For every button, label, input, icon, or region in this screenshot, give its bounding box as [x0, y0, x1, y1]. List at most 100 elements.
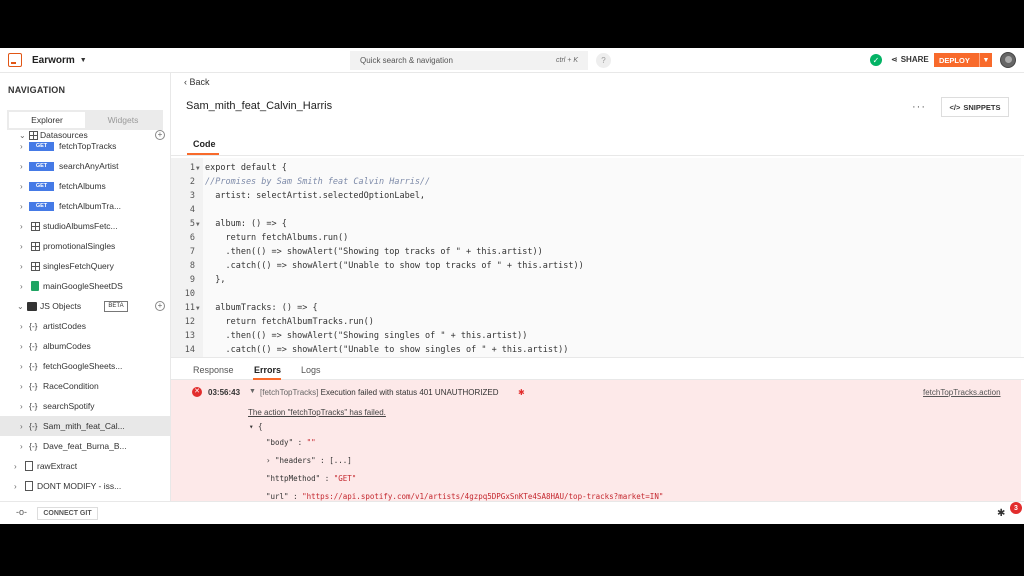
sidebar-item-js-object[interactable]: › {-} fetchGoogleSheets...	[0, 356, 170, 376]
js-object-title[interactable]: Sam_mith_feat_Calvin_Harris	[186, 100, 332, 112]
sidebar-item-query[interactable]: › GET fetchTopTracks	[0, 136, 170, 156]
sidebar-item-label: fetchTopTracks	[59, 141, 117, 151]
appsmith-logo-icon[interactable]	[8, 53, 22, 67]
user-avatar[interactable]	[1000, 52, 1016, 68]
share-button[interactable]: ⋖ SHARE	[891, 55, 929, 64]
deploy-button[interactable]: DEPLOY ▼	[934, 53, 992, 67]
chevron-right-icon[interactable]: ›	[20, 242, 23, 251]
code-line[interactable]: 13 .then(() => showAlert("Showing single…	[171, 329, 1021, 343]
code-line[interactable]: 7 .then(() => showAlert("Showing top tra…	[171, 245, 1021, 259]
chevron-right-icon[interactable]: ›	[20, 362, 23, 371]
chevron-right-icon[interactable]: ›	[14, 462, 17, 471]
code-line[interactable]: 12 return fetchAlbumTracks.run()	[171, 315, 1021, 329]
sidebar-item-query[interactable]: › GET fetchAlbums	[0, 176, 170, 196]
chevron-right-icon[interactable]: ›	[20, 322, 23, 331]
chevron-right-icon[interactable]: ›	[20, 222, 23, 231]
code-line[interactable]: 3 artist: selectArtist.selectedOptionLab…	[171, 189, 1021, 203]
sidebar-item-js-object-selected[interactable]: › {-} Sam_mith_feat_Cal...	[0, 416, 170, 436]
code-line[interactable]: 5 ▼ album: () => {	[171, 217, 1021, 231]
chevron-right-icon[interactable]: ›	[20, 422, 23, 431]
code-line[interactable]: 8 .catch(() => showAlert("Unable to show…	[171, 259, 1021, 273]
response-panel-tabs: Response Errors Logs	[171, 357, 1024, 380]
chevron-right-icon[interactable]: ›	[14, 482, 17, 491]
sidebar-item-label: Sam_mith_feat_Cal...	[43, 421, 125, 431]
tab-code[interactable]: Code	[193, 139, 216, 149]
chevron-right-icon[interactable]: ›	[20, 282, 23, 291]
code-text: artist: selectArtist.selectedOptionLabel…	[205, 191, 426, 201]
sidebar-item-query[interactable]: › studioAlbumsFetc...	[0, 216, 170, 236]
sidebar-item-js-object[interactable]: › {-} artistCodes	[0, 316, 170, 336]
chevron-right-icon[interactable]: ›	[20, 162, 23, 171]
quick-search-bar[interactable]: Quick search & navigation ctrl + K	[350, 51, 588, 70]
chevron-right-icon[interactable]: ›	[20, 182, 23, 191]
collapse-chevron-down-icon[interactable]: ▼	[249, 388, 256, 395]
add-js-object-icon[interactable]: +	[155, 301, 165, 311]
chevron-right-icon[interactable]: ›	[20, 262, 23, 271]
code-text: albumTracks: () => {	[205, 303, 318, 313]
more-options-icon[interactable]: ···	[912, 101, 926, 113]
sidebar-item-js-object[interactable]: › {-} RaceCondition	[0, 376, 170, 396]
chevron-right-icon[interactable]: ›	[20, 202, 23, 211]
code-line[interactable]: 2 //Promises by Sam Smith feat Calvin Har…	[171, 175, 1021, 189]
code-line[interactable]: 9 },	[171, 273, 1021, 287]
sidebar-item-label: RaceCondition	[43, 381, 99, 391]
sidebar-item-query[interactable]: › mainGoogleSheetDS	[0, 276, 170, 296]
app-name[interactable]: Earworm	[32, 55, 75, 66]
code-line[interactable]: 11 ▼ albumTracks: () => {	[171, 301, 1021, 315]
code-text: export default {	[205, 163, 287, 173]
sidebar-item-page[interactable]: › rawExtract	[0, 456, 170, 476]
chevron-right-icon[interactable]: ›	[20, 442, 23, 451]
chevron-right-icon[interactable]: ›	[20, 342, 23, 351]
chevron-right-icon[interactable]: ›	[20, 382, 23, 391]
debug-bug-icon[interactable]: ✱	[518, 388, 525, 397]
sidebar-item-query[interactable]: › singlesFetchQuery	[0, 256, 170, 276]
help-button[interactable]: ?	[596, 53, 611, 68]
chevron-right-icon[interactable]: ›	[20, 142, 23, 151]
sidebar-item-js-objects[interactable]: ⌄ JS Objects BETA +	[0, 296, 170, 316]
fold-chevron-down-icon[interactable]: ▼	[196, 305, 200, 312]
fold-chevron-down-icon[interactable]: ▼	[196, 221, 200, 228]
get-method-badge: GET	[29, 161, 54, 171]
sidebar-item-js-object[interactable]: › {-} albumCodes	[0, 336, 170, 356]
tab-response[interactable]: Response	[193, 365, 234, 375]
chevron-down-icon[interactable]: ⌄	[17, 302, 24, 311]
debugger-bug-icon[interactable]: ✱	[997, 508, 1005, 519]
action-failed-text[interactable]: The action "fetchTopTracks" has failed.	[248, 408, 386, 417]
js-function-icon: {-}	[29, 441, 38, 451]
code-line[interactable]: 4	[171, 203, 1021, 217]
sidebar-item-query[interactable]: › GET fetchAlbumTra...	[0, 196, 170, 216]
code-line[interactable]: 6 return fetchAlbums.run()	[171, 231, 1021, 245]
deploy-options-chevron-down-icon[interactable]: ▼	[979, 53, 992, 67]
code-editor[interactable]: 1 ▼ export default {2//Promises by Sam Smi…	[171, 158, 1021, 357]
expand-chevron-right-icon[interactable]: ›	[266, 456, 275, 465]
json-row-url: "url" : "https://api.spotify.com/v1/arti…	[266, 492, 663, 501]
sidebar-item-js-object[interactable]: › {-} Dave_feat_Burna_B...	[0, 436, 170, 456]
get-method-badge: GET	[29, 201, 54, 211]
get-method-badge: GET	[29, 141, 54, 151]
json-tree: ▾ {	[249, 422, 263, 431]
sidebar-item-page[interactable]: › DONT MODIFY - iss...	[0, 476, 170, 496]
code-line[interactable]: 1 ▼ export default {	[171, 161, 1021, 175]
back-button[interactable]: ‹ Back	[184, 77, 210, 87]
sidebar-item-query[interactable]: › GET searchAnyArtist	[0, 156, 170, 176]
snippets-button[interactable]: </> SNIPPETS	[941, 97, 1009, 117]
code-brackets-icon: </>	[949, 102, 961, 112]
chevron-right-icon[interactable]: ›	[20, 402, 23, 411]
code-line[interactable]: 10	[171, 287, 1021, 301]
app-menu-chevron-down-icon[interactable]: ▼	[80, 57, 87, 64]
table-icon	[31, 241, 40, 251]
sidebar-item-query[interactable]: › promotionalSingles	[0, 236, 170, 256]
connect-git-button[interactable]: CONNECT GIT	[37, 507, 98, 520]
expand-chevron-down-icon[interactable]: ▾	[249, 422, 258, 431]
sidebar-item-label: fetchAlbumTra...	[59, 201, 122, 211]
error-source-link[interactable]: fetchTopTracks.action	[923, 388, 1001, 397]
beta-badge: BETA	[104, 300, 128, 312]
code-text: },	[205, 275, 226, 285]
json-value[interactable]: [...]	[329, 456, 352, 465]
fold-chevron-down-icon[interactable]: ▼	[196, 165, 200, 172]
deploy-label: DEPLOY	[939, 55, 970, 65]
tab-logs[interactable]: Logs	[301, 365, 321, 375]
tab-errors[interactable]: Errors	[254, 365, 281, 375]
sidebar-item-js-object[interactable]: › {-} searchSpotify	[0, 396, 170, 416]
code-line[interactable]: 14 .catch(() => showAlert("Unable to sho…	[171, 343, 1021, 357]
